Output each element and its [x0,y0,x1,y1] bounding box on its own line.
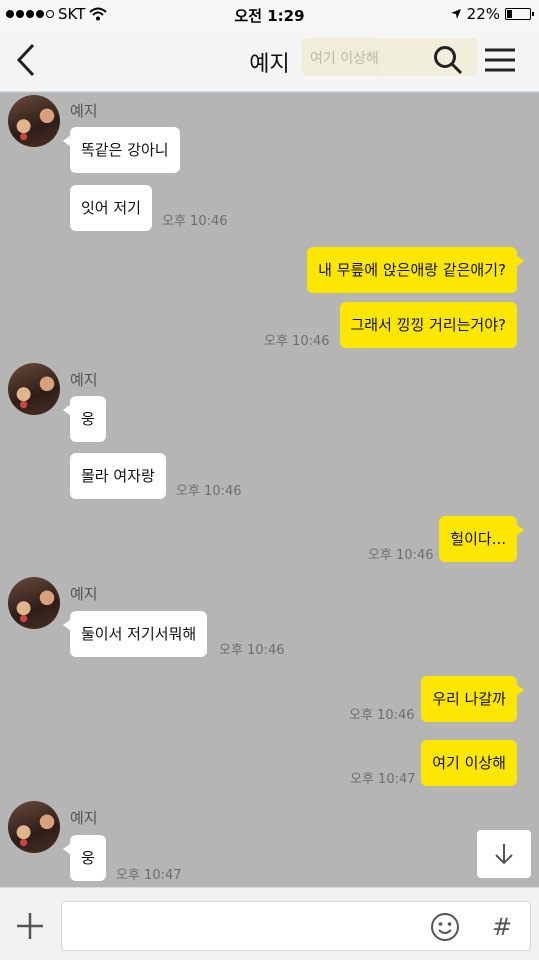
search-button[interactable] [426,38,470,82]
emoticon-button[interactable] [426,908,464,946]
outgoing-message[interactable]: 여기 이상해 [421,740,517,786]
hamburger-menu-icon [485,48,515,72]
smiley-icon [431,913,459,941]
sender-name: 예지 [70,371,98,389]
incoming-message[interactable]: 몰라 여자랑 [70,453,166,499]
incoming-message[interactable]: 웅 [63,396,106,442]
sender-name: 예지 [70,809,98,827]
chat-header: 여기 이상해 예지 [0,28,539,92]
sender-name: 예지 [70,102,98,120]
avatar[interactable] [8,577,60,629]
avatar[interactable] [8,801,60,853]
status-right: 22% [450,5,534,23]
battery-icon [505,8,534,20]
incoming-message[interactable]: 잇어 저기 [70,185,152,231]
arrow-down-icon [495,844,513,865]
message-timestamp: 오후 10:46 [176,484,242,499]
message-timestamp: 오후 10:46 [219,643,285,658]
status-bar: SKT 오전 1:29 22% [0,0,539,28]
attach-button[interactable] [8,904,52,948]
message-field-container: # [61,901,531,951]
message-timestamp: 오후 10:46 [368,548,434,563]
incoming-message[interactable]: 둘이서 저기서뭐해 [62,611,208,657]
search-icon [434,46,463,75]
incoming-message[interactable]: 똑같은 강아니 [63,127,180,173]
message-timestamp: 오후 10:46 [162,214,228,229]
message-input[interactable] [70,910,420,942]
incoming-message[interactable]: 웅 [63,835,106,881]
message-input-bar: # [0,887,539,960]
plus-icon [17,913,43,939]
message-timestamp: 오후 10:47 [350,772,416,787]
scroll-to-bottom-button[interactable] [477,830,531,878]
chat-message-list[interactable]: 예지 똑같은 강아니 잇어 저기 오후 10:46 내 무릎에 앉은애랑 같은애… [0,93,539,887]
hashtag-search-button[interactable]: # [482,908,522,946]
menu-button[interactable] [478,38,522,82]
message-timestamp: 오후 10:46 [349,708,415,723]
message-timestamp: 오후 10:47 [116,868,182,883]
avatar[interactable] [8,95,60,147]
battery-fill [507,10,512,18]
sender-name: 예지 [70,585,98,603]
outgoing-message[interactable]: 그래서 낑낑 거리는거야? [339,302,517,348]
outgoing-message[interactable]: 헐이다... [439,516,524,562]
battery-percent: 22% [466,5,500,23]
outgoing-message[interactable]: 내 무릎에 앉은애랑 같은애기? [307,247,524,293]
message-timestamp: 오후 10:46 [264,334,330,349]
outgoing-message[interactable]: 우리 나갈까 [421,676,524,722]
location-arrow-icon [450,9,461,19]
avatar[interactable] [8,363,60,415]
